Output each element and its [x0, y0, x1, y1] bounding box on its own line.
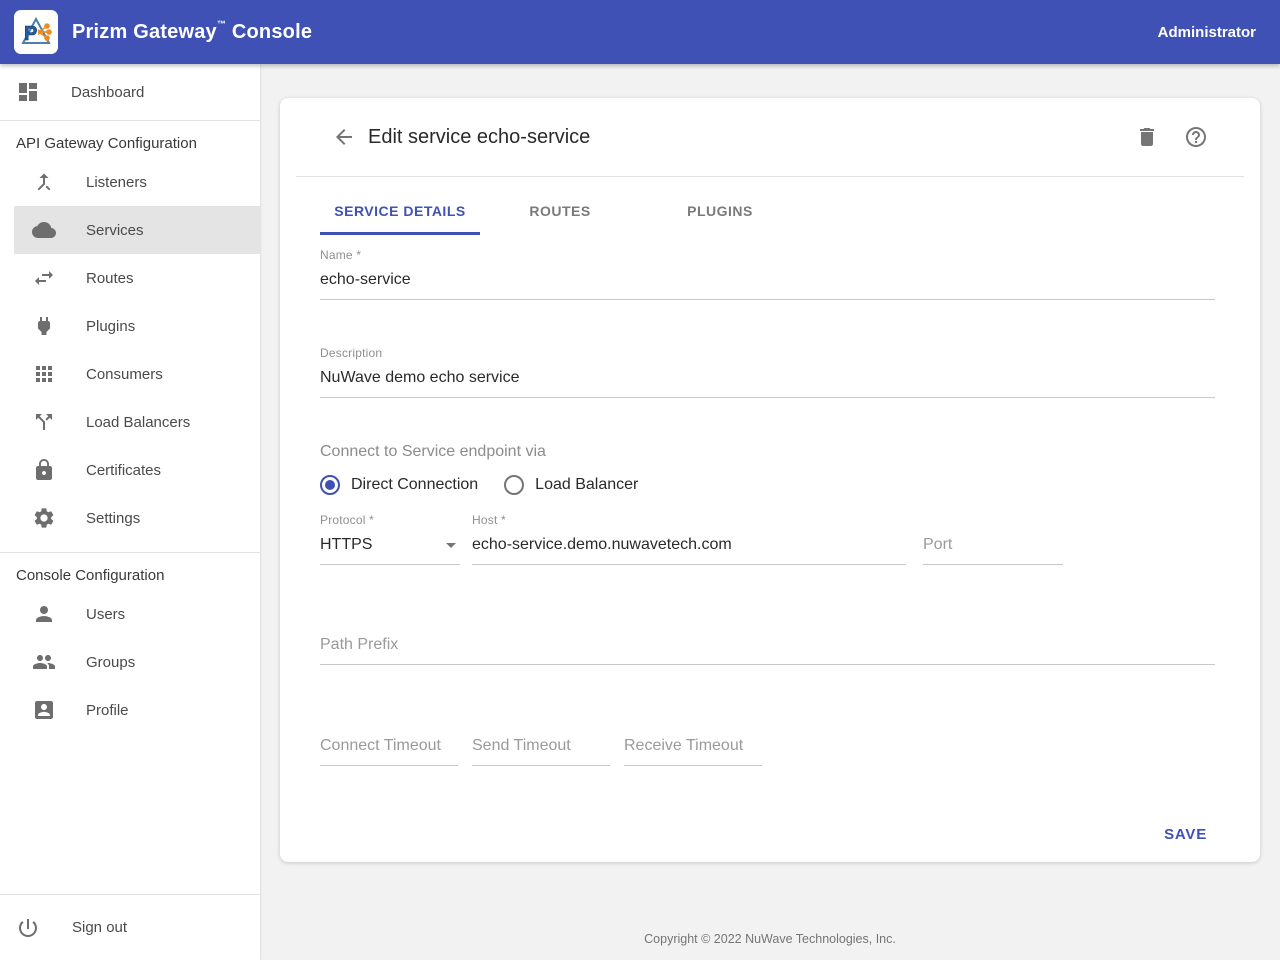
send-timeout-field[interactable] [472, 728, 610, 766]
sidebar-item-groups[interactable]: Groups [0, 638, 260, 686]
name-label: Name * [320, 248, 1215, 262]
sidebar-item-plugins[interactable]: Plugins [0, 302, 260, 350]
section-console-configuration: Console Configuration [0, 553, 260, 590]
sidebar-item-dashboard[interactable]: Dashboard [0, 64, 260, 120]
path-prefix-field[interactable] [320, 627, 1215, 665]
sidebar: Dashboard API Gateway Configuration List… [0, 64, 260, 960]
users-person-icon [32, 602, 56, 626]
radio-load-balancer[interactable]: Load Balancer [504, 475, 638, 495]
tab-bar: SERVICE DETAILS ROUTES PLUGINS [280, 187, 1260, 235]
profile-badge-icon [32, 698, 56, 722]
prizm-logo-icon: P [14, 10, 58, 54]
tab-routes[interactable]: ROUTES [480, 187, 640, 235]
routes-swap-icon [32, 266, 56, 290]
radio-unselected-icon[interactable] [504, 475, 524, 495]
divider [296, 176, 1244, 177]
receive-timeout-field[interactable] [624, 728, 762, 766]
tab-service-details[interactable]: SERVICE DETAILS [320, 187, 480, 235]
save-button[interactable]: SAVE [1156, 818, 1215, 851]
user-menu[interactable]: Administrator [1158, 24, 1256, 41]
app-header: P Prizm Gateway™ Console Administrator [0, 0, 1280, 64]
connect-timeout-field[interactable] [320, 728, 458, 766]
svg-text:P: P [24, 23, 37, 45]
help-icon[interactable] [1184, 125, 1208, 149]
host-field[interactable] [472, 527, 906, 565]
sidebar-item-listeners[interactable]: Listeners [0, 158, 260, 206]
endpoint-radio-group: Direct Connection Load Balancer [320, 475, 1215, 495]
port-field[interactable] [923, 527, 1063, 565]
card-header: Edit service echo-service [280, 98, 1260, 176]
listeners-icon [32, 170, 56, 194]
main-content: Edit service echo-service SERVICE DETAIL… [260, 64, 1280, 960]
sidebar-nav: Dashboard API Gateway Configuration List… [0, 64, 260, 894]
protocol-select[interactable]: HTTPS [320, 527, 460, 565]
chevron-down-icon [446, 543, 456, 548]
sidebar-item-settings[interactable]: Settings [0, 494, 260, 542]
service-details-form: Name * Description Connect to Service en… [280, 235, 1260, 851]
consumers-apps-icon [32, 362, 56, 386]
name-field[interactable] [320, 262, 1215, 300]
radio-selected-icon[interactable] [320, 475, 340, 495]
plugins-plug-icon [32, 314, 56, 338]
trash-icon[interactable] [1135, 125, 1159, 149]
sidebar-item-services[interactable]: Services [14, 206, 260, 254]
endpoint-section-label: Connect to Service endpoint via [320, 443, 1215, 461]
protocol-label: Protocol * [320, 513, 460, 527]
load-balancers-split-icon [32, 410, 56, 434]
dashboard-icon [16, 80, 40, 104]
power-icon [16, 916, 40, 940]
sidebar-item-profile[interactable]: Profile [0, 686, 260, 734]
services-cloud-icon [32, 218, 56, 242]
description-field[interactable] [320, 360, 1215, 398]
copyright-text: Copyright © 2022 NuWave Technologies, In… [260, 932, 1280, 946]
sign-out-button[interactable]: Sign out [0, 894, 260, 960]
sidebar-item-certificates[interactable]: Certificates [0, 446, 260, 494]
host-label: Host * [472, 513, 906, 527]
sidebar-item-users[interactable]: Users [0, 590, 260, 638]
certificates-lock-icon [32, 458, 56, 482]
sidebar-item-consumers[interactable]: Consumers [0, 350, 260, 398]
description-label: Description [320, 346, 1215, 360]
groups-people-icon [32, 650, 56, 674]
settings-gear-icon [32, 506, 56, 530]
back-arrow-icon[interactable] [332, 125, 356, 149]
sidebar-item-routes[interactable]: Routes [0, 254, 260, 302]
trademark-symbol: ™ [217, 19, 226, 29]
section-api-gateway-configuration: API Gateway Configuration [0, 121, 260, 158]
radio-direct-connection[interactable]: Direct Connection [320, 475, 478, 495]
sidebar-item-load-balancers[interactable]: Load Balancers [0, 398, 260, 446]
app-title: Prizm Gateway™ Console [72, 21, 312, 44]
edit-service-card: Edit service echo-service SERVICE DETAIL… [280, 98, 1260, 862]
tab-plugins[interactable]: PLUGINS [640, 187, 800, 235]
page-title: Edit service echo-service [368, 126, 590, 149]
